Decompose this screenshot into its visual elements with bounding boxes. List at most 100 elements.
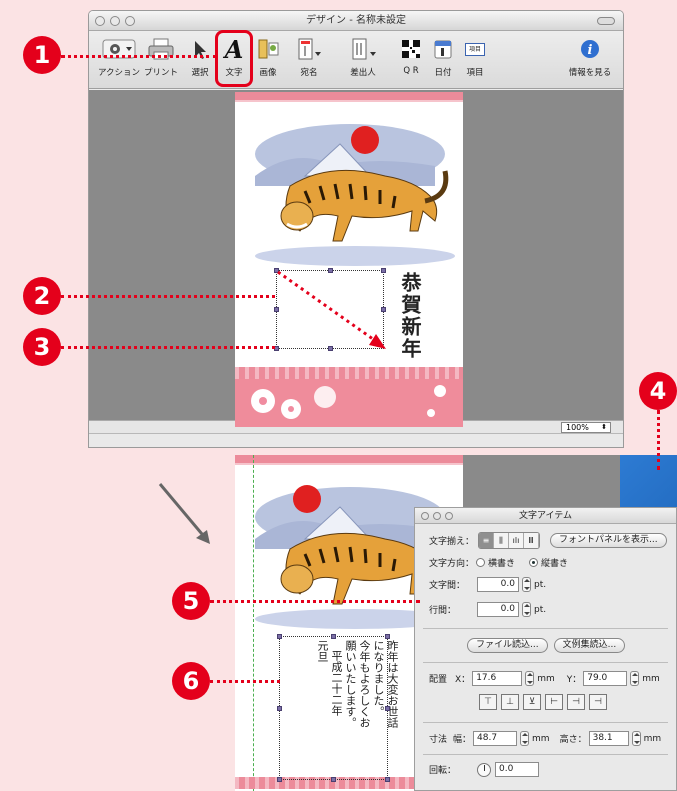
height-field[interactable]: 38.1	[588, 731, 629, 746]
callout-6: 6	[172, 662, 210, 700]
resize-handle[interactable]	[381, 307, 386, 312]
line-spacing-field[interactable]: 0.0	[477, 602, 519, 617]
gear-icon	[102, 37, 136, 63]
line-spacing-stepper[interactable]	[522, 602, 531, 617]
item-label: 項目	[466, 68, 484, 78]
sender-tool-button[interactable]: 差出人	[343, 37, 383, 78]
file-load-button[interactable]: ファイル読込...	[467, 638, 548, 653]
greeting-text[interactable]: 恭賀新年	[396, 272, 425, 360]
x-label: X：	[455, 675, 471, 685]
align-vcenter-icon[interactable]: ⊥	[501, 694, 519, 710]
toolbar-toggle-button[interactable]	[597, 17, 615, 25]
arrow-pointer-icon	[189, 37, 211, 63]
size-label: 寸法	[429, 735, 448, 745]
resize-handle[interactable]	[277, 777, 282, 782]
resize-handle[interactable]	[381, 268, 386, 273]
close-palette-button[interactable]	[421, 512, 429, 520]
palette-titlebar[interactable]: 文字アイテム	[415, 508, 676, 524]
line-spacing-label: 行間：	[429, 606, 457, 616]
align-bottom-button[interactable]: ılı	[509, 533, 525, 548]
resize-handle[interactable]	[385, 706, 390, 711]
callout-1-leader	[61, 55, 217, 58]
align-bottom-edge-icon[interactable]: ⊻	[523, 694, 541, 710]
font-panel-button[interactable]: フォントパネルを表示...	[550, 533, 667, 548]
date-tool-button[interactable]: 日付	[429, 37, 457, 78]
card-top-stripe	[235, 92, 463, 102]
qr-tool-button[interactable]: Q R	[397, 37, 425, 76]
char-spacing-row: 文字間： 0.0 pt.	[429, 577, 546, 592]
image-tool-button[interactable]: 画像	[253, 37, 283, 78]
zoom-palette-button[interactable]	[445, 512, 453, 520]
divider	[423, 754, 668, 755]
divider	[423, 722, 668, 723]
close-window-button[interactable]	[95, 16, 105, 26]
rotation-label: 回転：	[429, 766, 457, 776]
new-text-frame[interactable]	[274, 268, 386, 351]
resize-handle[interactable]	[328, 346, 333, 351]
position-row: 配置 X： 17.6 mm Y： 79.0 mm	[429, 671, 660, 686]
vertical-radio[interactable]	[529, 558, 539, 567]
horizontal-radio[interactable]	[476, 558, 486, 567]
x-position-field[interactable]: 17.6	[472, 671, 523, 686]
minimize-window-button[interactable]	[110, 16, 120, 26]
align-right-edge-icon[interactable]: ⊣	[589, 694, 607, 710]
rotation-dial-icon[interactable]	[477, 762, 491, 777]
y-position-field[interactable]: 79.0	[583, 671, 628, 686]
align-justify-button[interactable]: Ⅲ	[524, 533, 540, 548]
direction-label: 文字方向：	[429, 559, 475, 569]
resize-handle[interactable]	[274, 307, 279, 312]
size-row: 寸法 幅： 48.7 mm 高さ： 38.1 mm	[429, 731, 661, 746]
width-stepper[interactable]	[520, 731, 530, 746]
address-label: 宛名	[300, 68, 318, 78]
info-icon: i	[579, 37, 601, 63]
width-label: 幅：	[453, 735, 472, 745]
horizontal-label: 横書き	[488, 559, 516, 569]
direction-row: 文字方向： 横書き 縦書き	[429, 556, 568, 569]
action-label: アクション	[97, 68, 141, 78]
height-stepper[interactable]	[631, 731, 641, 746]
resize-handle[interactable]	[274, 268, 279, 273]
width-field[interactable]: 48.7	[473, 731, 518, 746]
info-button[interactable]: i 情報を見る	[565, 37, 615, 78]
resize-handle[interactable]	[328, 268, 333, 273]
printer-icon	[147, 37, 175, 63]
align-top-edge-icon[interactable]: ⊤	[479, 694, 497, 710]
resize-handle[interactable]	[277, 706, 282, 711]
sample-load-button[interactable]: 文例集読込...	[553, 638, 626, 653]
align-hcenter-icon[interactable]: ⊣	[567, 694, 585, 710]
card-stripe	[235, 367, 463, 379]
resize-handle[interactable]	[385, 634, 390, 639]
char-spacing-field[interactable]: 0.0	[477, 577, 519, 592]
postcard[interactable]: 恭賀新年	[235, 92, 463, 427]
unit-mm: mm	[642, 673, 660, 684]
align-top-button[interactable]: ≡	[479, 533, 495, 548]
resize-handle[interactable]	[385, 777, 390, 782]
text-frame[interactable]	[277, 634, 390, 782]
position-label: 配置	[429, 675, 448, 685]
zoom-select[interactable]: 100% ⬍	[561, 422, 611, 433]
text-item-palette: 文字アイテム 文字揃え： ≡ ⫼ ılı Ⅲ フォントパネルを表示... 文字方…	[414, 507, 677, 791]
palette-title: 文字アイテム	[518, 511, 573, 521]
y-position-stepper[interactable]	[630, 671, 640, 686]
align-center-button[interactable]: ⫼	[494, 533, 510, 548]
window-titlebar[interactable]: デザイン - 名称未設定	[89, 11, 623, 31]
line-spacing-row: 行間： 0.0 pt.	[429, 602, 546, 617]
date-label: 日付	[434, 68, 452, 78]
align-row: 文字揃え： ≡ ⫼ ılı Ⅲ フォントパネルを表示...	[429, 532, 667, 549]
align-left-edge-icon[interactable]: ⊢	[545, 694, 563, 710]
x-position-stepper[interactable]	[525, 671, 535, 686]
minimize-palette-button[interactable]	[433, 512, 441, 520]
card-top-stripe	[235, 455, 463, 465]
resize-handle[interactable]	[331, 634, 336, 639]
rotation-field[interactable]: 0.0	[495, 762, 539, 777]
palette-controls	[421, 512, 453, 520]
address-tool-button[interactable]: 宛名	[293, 37, 325, 78]
zoom-window-button[interactable]	[125, 16, 135, 26]
resize-handle[interactable]	[331, 777, 336, 782]
height-label: 高さ：	[559, 735, 587, 745]
window-title: デザイン - 名称未設定	[306, 15, 406, 26]
char-spacing-stepper[interactable]	[522, 577, 531, 592]
item-tool-button[interactable]: 項目 項目	[461, 37, 489, 78]
resize-handle[interactable]	[277, 634, 282, 639]
text-tool-highlight	[215, 30, 253, 87]
